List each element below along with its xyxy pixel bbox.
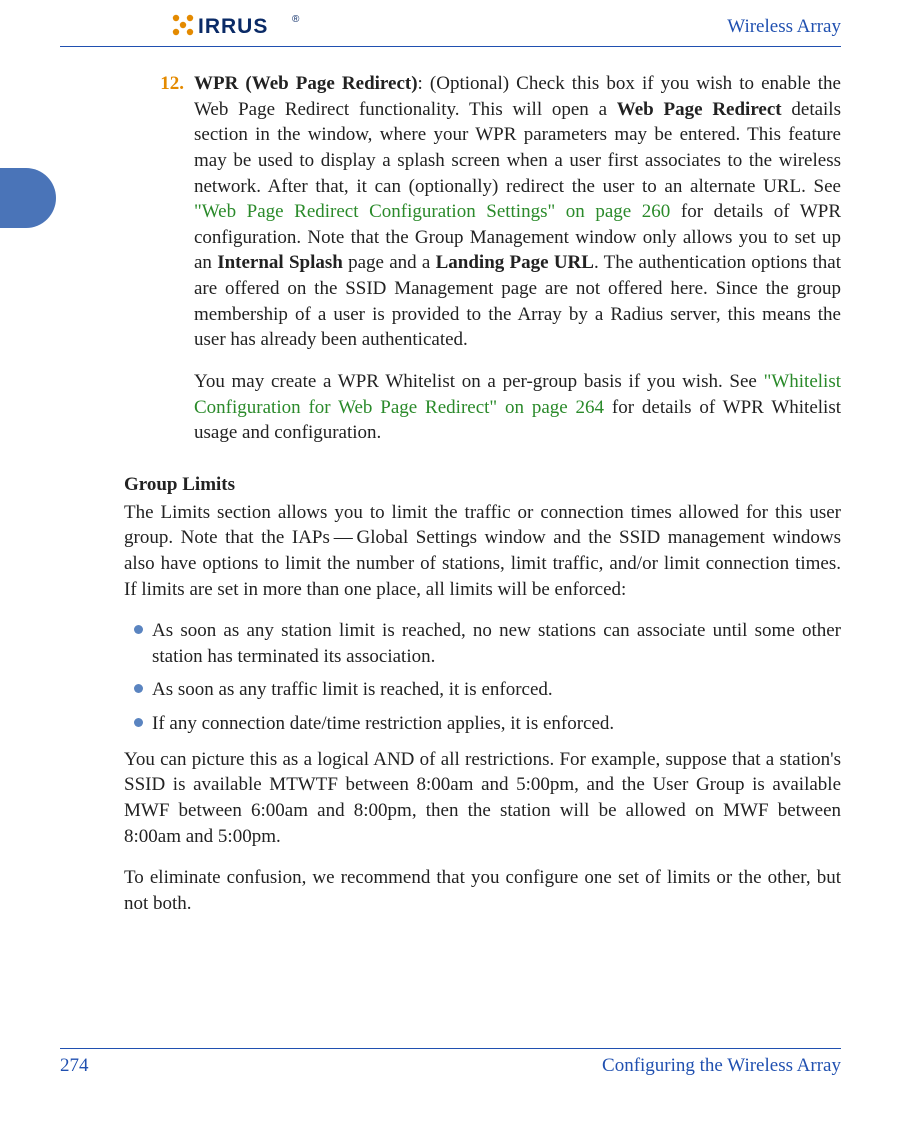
bold-term: Web Page Redirect (617, 99, 782, 120)
page-number: 274 (60, 1055, 89, 1077)
side-tab (0, 168, 56, 228)
bullet-icon (124, 618, 152, 634)
bullet-text: As soon as any traffic limit is reached,… (152, 677, 841, 703)
footer-section-title: Configuring the Wireless Array (602, 1055, 841, 1077)
body-text: You may create a WPR Whitelist on a per-… (194, 371, 764, 392)
numbered-item: 12. WPR (Web Page Redirect): (Optional) … (60, 71, 841, 446)
item-number: 12. (150, 71, 184, 446)
section-paragraph: You can picture this as a logical AND of… (60, 747, 841, 850)
bold-term: Landing Page URL (436, 252, 594, 273)
xirrus-logo-icon: IRRUS ® (170, 12, 320, 42)
svg-text:®: ® (292, 14, 300, 25)
list-item: If any connection date/time restriction … (124, 711, 841, 737)
logo: IRRUS ® (170, 12, 320, 42)
section-intro: The Limits section allows you to limit t… (60, 500, 841, 603)
bullet-icon (124, 711, 152, 727)
list-item: As soon as any station limit is reached,… (124, 618, 841, 669)
item-paragraph-2: You may create a WPR Whitelist on a per-… (194, 369, 841, 446)
bullet-list: As soon as any station limit is reached,… (60, 618, 841, 737)
body-text: page and a (343, 252, 436, 273)
item-body: WPR (Web Page Redirect): (Optional) Chec… (184, 71, 841, 446)
svg-text:IRRUS: IRRUS (198, 15, 268, 38)
bullet-icon (124, 677, 152, 693)
item-title: WPR (Web Page Redirect) (194, 73, 418, 94)
bullet-text: If any connection date/time restriction … (152, 711, 841, 737)
bullet-text: As soon as any station limit is reached,… (152, 618, 841, 669)
bold-term: Internal Splash (217, 252, 343, 273)
header-bar: IRRUS ® Wireless Array (60, 12, 841, 47)
content-area: 12. WPR (Web Page Redirect): (Optional) … (60, 47, 841, 917)
section-heading: Group Limits (60, 472, 841, 498)
document-title: Wireless Array (727, 16, 841, 38)
xref-link[interactable]: "Web Page Redirect Configuration Setting… (194, 201, 670, 222)
section-paragraph: To eliminate confusion, we recommend tha… (60, 865, 841, 916)
footer: 274 Configuring the Wireless Array (60, 1048, 841, 1077)
list-item: As soon as any traffic limit is reached,… (124, 677, 841, 703)
